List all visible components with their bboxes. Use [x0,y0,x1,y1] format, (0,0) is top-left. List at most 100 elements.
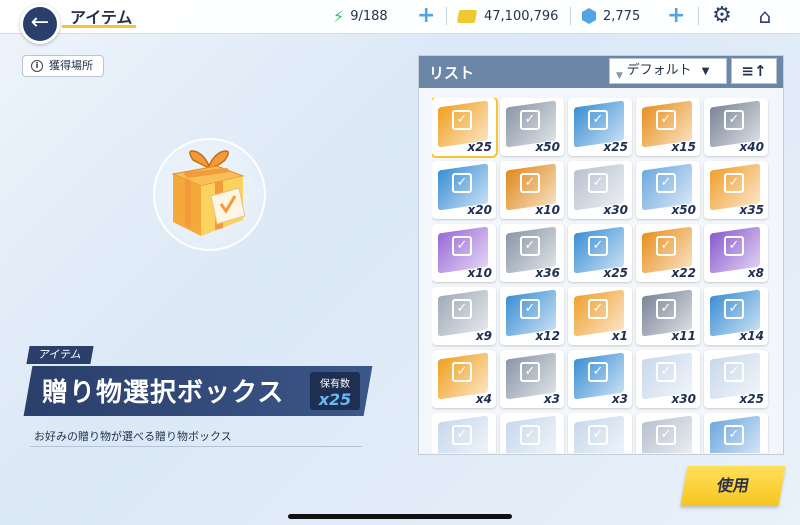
item-cell[interactable]: ✓ x3 [500,350,564,408]
check-icon: ✓ [588,425,608,445]
chevron-down-icon: ▼ [701,66,710,77]
item-count: x40 [739,140,764,154]
check-icon: ✓ [520,110,540,130]
gem-plus-button[interactable]: + [667,3,685,28]
check-icon: ✓ [520,236,540,256]
item-count: x1 [611,329,628,343]
item-count: x20 [467,203,492,217]
check-icon: ✓ [656,173,676,193]
owned-count-box: 保有数 x25 [310,372,360,410]
check-icon: ✓ [452,173,472,193]
check-icon: ✓ [452,110,472,130]
item-count: x10 [535,203,560,217]
divider [30,446,362,447]
item-cell[interactable]: ✓ x25 [568,224,632,282]
check-icon: ✓ [724,299,744,319]
item-count: x25 [603,266,628,280]
list-header: リスト ▼ デフォルト ▼ ≡↑ [419,56,783,88]
divider [570,7,571,25]
check-icon: ✓ [588,110,608,130]
item-name: 贈り物選択ボックス [42,378,285,408]
item-cell[interactable]: ✓ x35 [704,161,768,219]
item-cell[interactable]: ✓ x25 [568,98,632,156]
item-cell[interactable]: ✓ x25 [704,350,768,408]
item-cell[interactable]: ✓ x22 [636,224,700,282]
item-cell[interactable]: ✓ [432,413,496,453]
use-button[interactable]: 使用 [680,466,786,506]
stamina-display: ⚡ 9/188 [333,6,388,26]
check-icon: ✓ [588,362,608,382]
sort-label: デフォルト [626,63,692,78]
sort-order-button[interactable]: ≡↑ [731,58,777,84]
item-cell[interactable]: ✓ x10 [500,161,564,219]
item-count: x9 [475,329,492,343]
stamina-plus-button[interactable]: + [417,3,435,28]
item-cell[interactable]: ✓ x12 [500,287,564,345]
item-cell[interactable]: ✓ x10 [432,224,496,282]
divider [446,7,447,25]
item-count: x36 [535,266,560,280]
item-cell[interactable]: ✓ [500,413,564,453]
check-icon: ✓ [724,362,744,382]
back-button[interactable]: ← [20,4,60,44]
stamina-value: 9/188 [350,8,388,24]
title-underline [62,25,136,28]
item-count: x3 [543,392,560,406]
check-icon: ✓ [656,236,676,256]
divider [698,7,699,25]
item-count: x10 [467,266,492,280]
item-cell[interactable]: ✓ x14 [704,287,768,345]
item-count: x3 [611,392,628,406]
gear-icon: ⚙ [712,3,732,28]
item-cell[interactable]: ✓ x40 [704,98,768,156]
check-icon: ✓ [724,236,744,256]
item-count: x50 [671,203,696,217]
check-icon: ✓ [452,425,472,445]
item-cell[interactable]: ✓ [636,413,700,453]
item-cell[interactable]: ✓ [704,413,768,453]
item-cell[interactable]: ✓ x11 [636,287,700,345]
item-cell[interactable]: ✓ x50 [636,161,700,219]
item-count: x30 [603,203,628,217]
item-count: x8 [747,266,764,280]
sort-dropdown[interactable]: ▼ デフォルト ▼ [609,58,727,84]
item-cell[interactable]: ✓ x30 [636,350,700,408]
item-count: x25 [467,140,492,154]
info-icon: i [31,60,43,72]
item-cell[interactable]: ✓ x9 [432,287,496,345]
settings-button[interactable]: ⚙ [709,3,735,29]
item-count: x30 [671,392,696,406]
item-cell[interactable]: ✓ x1 [568,287,632,345]
item-cell[interactable]: ✓ x8 [704,224,768,282]
arrow-left-icon: ← [30,10,50,35]
item-count: x4 [475,392,492,406]
item-count: x15 [671,140,696,154]
check-icon: ✓ [520,425,540,445]
check-icon: ✓ [588,299,608,319]
item-cell[interactable]: ✓ x25 [432,98,496,156]
check-icon: ✓ [656,425,676,445]
check-icon: ✓ [656,299,676,319]
gold-ticket-icon [456,9,478,23]
check-icon: ✓ [520,173,540,193]
acquire-label: 獲得場所 [49,59,93,72]
item-cell[interactable]: ✓ [568,413,632,453]
owned-label: 保有数 [320,379,350,390]
item-cell[interactable]: ✓ x3 [568,350,632,408]
filter-icon: ▼ [616,71,623,81]
home-button[interactable]: ⌂ [752,3,778,29]
check-icon: ✓ [588,236,608,256]
item-preview [153,138,266,251]
item-cell[interactable]: ✓ x15 [636,98,700,156]
item-cell[interactable]: ✓ x20 [432,161,496,219]
acquire-location-button[interactable]: i 獲得場所 [22,55,104,77]
item-count: x12 [535,329,560,343]
item-cell[interactable]: ✓ x36 [500,224,564,282]
item-count: x11 [671,329,696,343]
item-cell[interactable]: ✓ x4 [432,350,496,408]
gold-value: 47,100,796 [484,8,559,24]
gem-icon [582,8,596,24]
item-cell[interactable]: ✓ x30 [568,161,632,219]
item-cell[interactable]: ✓ x50 [500,98,564,156]
check-icon: ✓ [452,299,472,319]
